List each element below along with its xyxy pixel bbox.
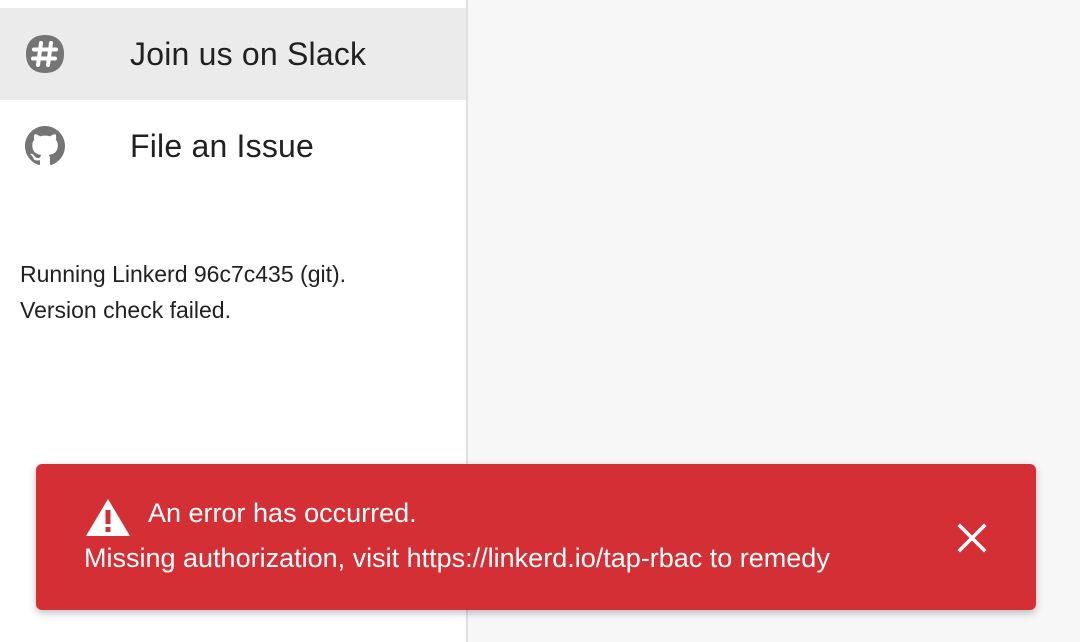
sidebar-item-label: File an Issue (130, 127, 315, 164)
github-icon (24, 125, 66, 167)
error-title: An error has occurred. (148, 498, 417, 528)
sidebar-item-label: Join us on Slack (130, 35, 367, 72)
version-check-text: Version check failed. (20, 297, 231, 323)
version-running-text: Running Linkerd 96c7c435 (git). (20, 261, 347, 287)
error-message: Missing authorization, visit https://lin… (84, 543, 830, 573)
version-info: Running Linkerd 96c7c435 (git). Version … (20, 256, 450, 328)
close-icon[interactable] (948, 516, 996, 560)
error-snackbar: An error has occurred. Missing authoriza… (36, 464, 1036, 610)
sidebar-item-slack[interactable]: Join us on Slack (0, 8, 466, 100)
warning-icon (84, 496, 132, 538)
slack-icon (24, 33, 66, 75)
sidebar-item-issue[interactable]: File an Issue (0, 100, 466, 192)
